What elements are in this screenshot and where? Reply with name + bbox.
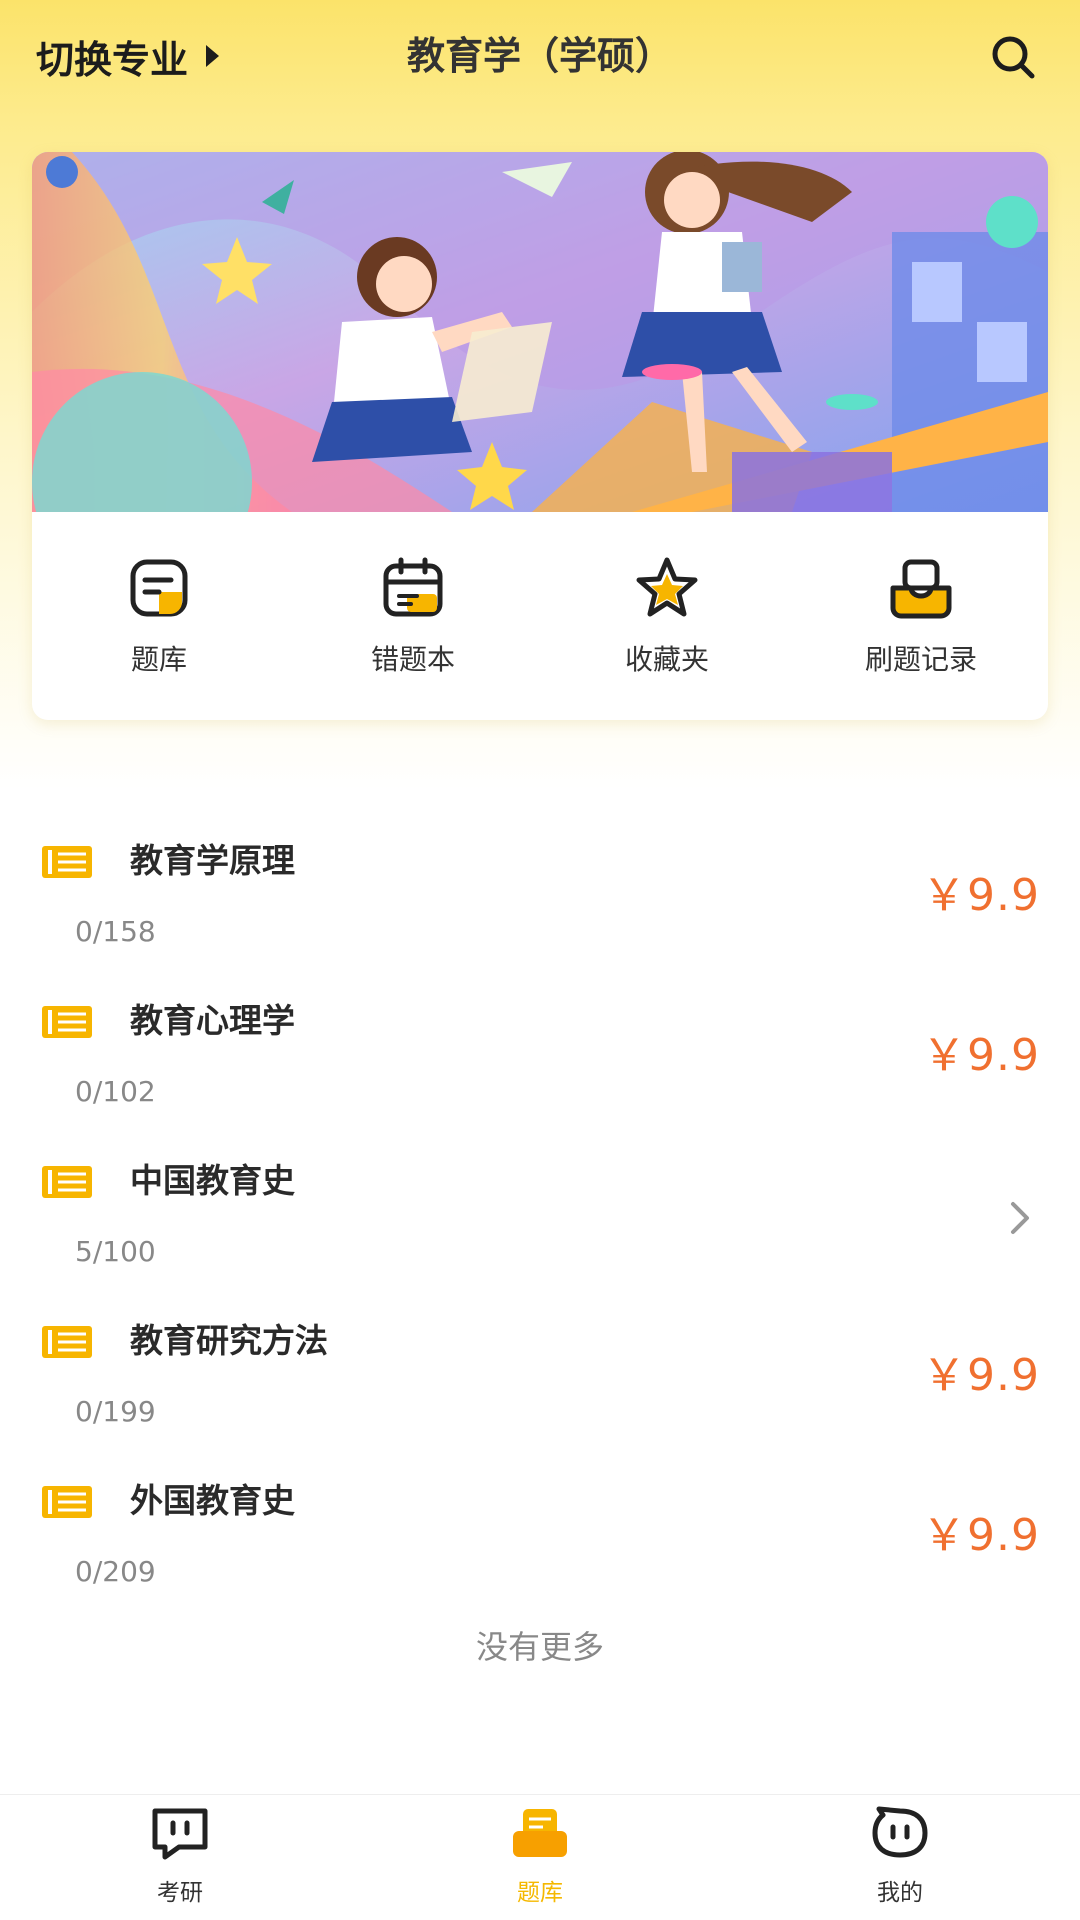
subject-row[interactable]: 外国教育史 0/209 ￥9.9 <box>0 1460 1080 1620</box>
question-bank-icon <box>513 1809 567 1857</box>
subject-row[interactable]: 中国教育史 5/100 <box>0 1140 1080 1300</box>
wrong-book-icon <box>383 557 443 617</box>
subject-progress: 0/209 <box>75 1555 156 1588</box>
feature-card: 题库 错题本 收藏夹 刷题记录 <box>32 152 1048 720</box>
tab-question-bank[interactable]: 题库 <box>360 1795 720 1920</box>
subject-price[interactable]: ￥9.9 <box>922 1026 1040 1086</box>
quick-action-label: 错题本 <box>370 643 455 676</box>
chat-bubble-icon <box>152 1808 208 1860</box>
subject-price[interactable]: ￥9.9 <box>922 1346 1040 1406</box>
caret-right-icon <box>206 45 220 67</box>
subject-name: 教育研究方法 <box>130 1321 328 1360</box>
subject-row[interactable]: 教育学原理 0/158 ￥9.9 <box>0 820 1080 980</box>
switch-major-button[interactable]: 切换专业 <box>36 28 220 84</box>
quick-action-favorites[interactable]: 收藏夹 <box>540 552 794 682</box>
switch-major-label: 切换专业 <box>36 37 189 82</box>
subject-progress: 0/158 <box>75 915 156 948</box>
star-icon <box>636 557 698 617</box>
subject-price[interactable]: ￥9.9 <box>922 1506 1040 1566</box>
banner-illustration[interactable] <box>32 152 1048 512</box>
book-icon <box>42 1166 92 1198</box>
tab-label: 题库 <box>517 1880 563 1906</box>
subject-row[interactable]: 教育心理学 0/102 ￥9.9 <box>0 980 1080 1140</box>
quick-action-label: 题库 <box>130 643 187 676</box>
subject-row[interactable]: 教育研究方法 0/199 ￥9.9 <box>0 1300 1080 1460</box>
inbox-record-icon <box>890 559 952 619</box>
tab-kaoyan[interactable]: 考研 <box>0 1795 360 1920</box>
top-bar: 教育学（学硕） 切换专业 <box>0 0 1080 112</box>
tab-label: 考研 <box>157 1880 203 1906</box>
subject-name: 教育心理学 <box>130 1001 295 1040</box>
quick-action-wrong-book[interactable]: 错题本 <box>286 552 540 682</box>
quick-action-question-bank[interactable]: 题库 <box>32 552 286 682</box>
subject-progress: 0/199 <box>75 1395 156 1428</box>
book-icon <box>42 1486 92 1518</box>
subject-name: 中国教育史 <box>130 1161 295 1200</box>
quick-action-practice-record[interactable]: 刷题记录 <box>794 552 1048 682</box>
book-icon <box>42 1006 92 1038</box>
subject-progress: 5/100 <box>75 1235 156 1268</box>
tab-label: 我的 <box>877 1880 923 1906</box>
book-icon <box>42 1326 92 1358</box>
search-icon[interactable] <box>986 30 1042 86</box>
no-more-text: 没有更多 <box>475 1628 604 1666</box>
chevron-right-icon[interactable] <box>1008 1198 1032 1238</box>
subject-price[interactable]: ￥9.9 <box>922 866 1040 926</box>
subject-progress: 0/102 <box>75 1075 156 1108</box>
question-bank-icon <box>130 559 188 617</box>
face-icon <box>872 1806 928 1858</box>
quick-action-label: 收藏夹 <box>624 643 709 676</box>
subject-name: 外国教育史 <box>130 1481 295 1520</box>
tab-mine[interactable]: 我的 <box>720 1795 1080 1920</box>
bottom-tab-bar: 考研 题库 我的 <box>0 1794 1080 1920</box>
quick-action-label: 刷题记录 <box>864 643 977 676</box>
book-icon <box>42 846 92 878</box>
subject-name: 教育学原理 <box>130 841 295 880</box>
